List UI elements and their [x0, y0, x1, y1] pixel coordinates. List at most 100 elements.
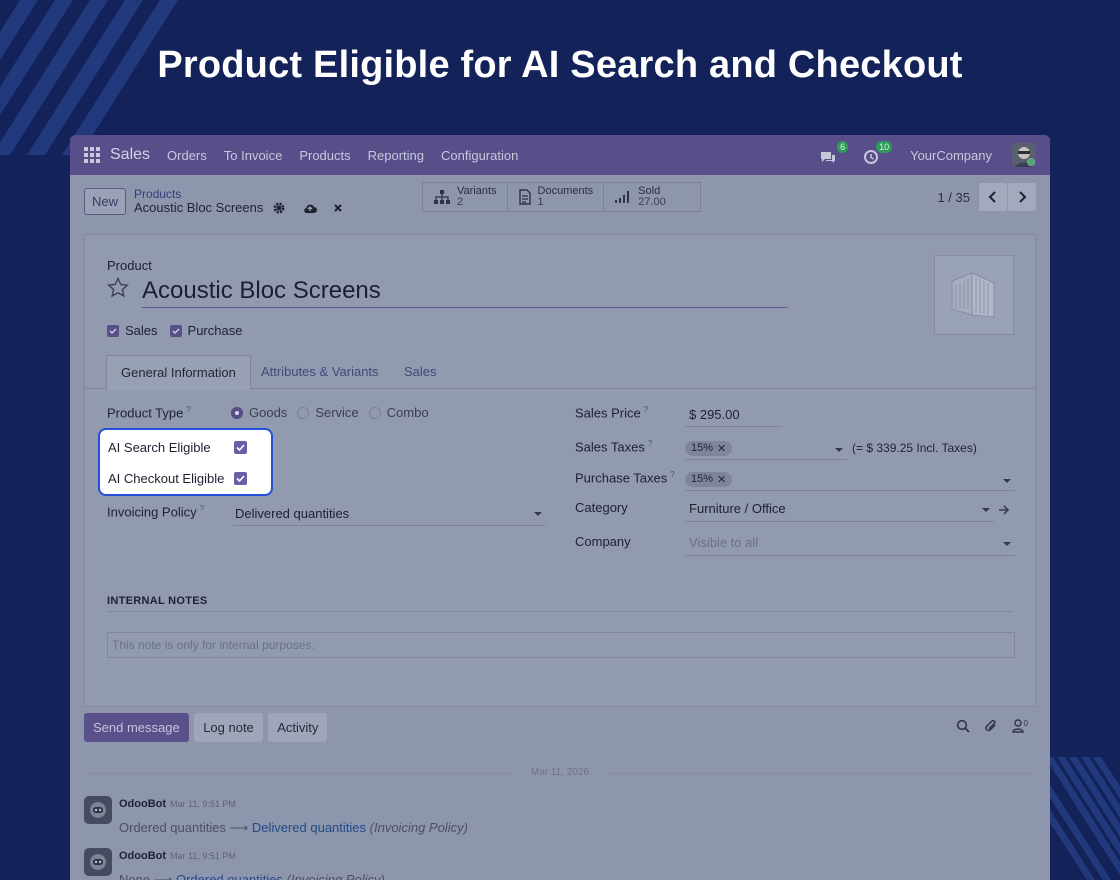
company-switcher[interactable]: YourCompany: [910, 148, 992, 163]
tab-sales[interactable]: Sales: [404, 355, 437, 389]
gear-icon[interactable]: [273, 202, 285, 214]
sales-taxes-incl: (= $ 339.25 Incl. Taxes): [852, 441, 977, 455]
radio-combo[interactable]: Combo: [368, 405, 429, 420]
product-image[interactable]: [934, 255, 1014, 335]
old-value: Ordered quantities: [119, 820, 226, 835]
tag-remove-icon[interactable]: ✕: [717, 442, 726, 455]
log-note-button[interactable]: Log note: [194, 713, 263, 742]
internal-link-arrow-icon[interactable]: [998, 504, 1010, 516]
messages-count: 6: [837, 141, 849, 153]
nav-item-products[interactable]: Products: [299, 148, 350, 163]
notebook-tabs: General Information Attributes & Variant…: [85, 355, 1035, 390]
activities-button[interactable]: 10: [864, 141, 893, 164]
category-label: Category: [575, 500, 628, 515]
pager-previous-button[interactable]: [979, 183, 1007, 211]
control-panel: New Products Acoustic Bloc Screens Varia…: [70, 175, 1050, 227]
purchase-checkbox-label: Purchase: [187, 323, 243, 338]
purchase-checkbox[interactable]: Purchase: [169, 323, 243, 338]
nav-item-configuration[interactable]: Configuration: [441, 148, 518, 163]
pager-value: 1 / 35: [937, 189, 970, 205]
ai-eligibility-highlight: AI Search Eligible AI Checkout Eligible: [98, 428, 273, 496]
message-body: None ⟶ Ordered quantities (Invoicing Pol…: [119, 872, 385, 880]
app-grid-icon[interactable]: [84, 147, 100, 163]
product-type-radio: Goods Service Combo: [231, 405, 429, 420]
tag-remove-icon[interactable]: ✕: [717, 473, 726, 486]
company-placeholder: Visible to all: [689, 535, 759, 550]
sales-taxes-label: Sales Taxes?: [575, 439, 653, 455]
purchase-taxes-input[interactable]: 15% ✕: [685, 470, 1015, 491]
ai-checkout-eligible-label: AI Checkout Eligible: [108, 471, 225, 486]
paperclip-icon[interactable]: [984, 719, 998, 733]
discard-icon[interactable]: [333, 203, 343, 213]
radio-service[interactable]: Service: [297, 405, 359, 420]
nav-item-orders[interactable]: Orders: [167, 148, 207, 163]
pager-next-button[interactable]: [1008, 183, 1036, 211]
tracked-field: (Invoicing Policy): [286, 872, 385, 880]
smart-buttons: Variants 2 Documents 1 Sold 27.00: [422, 182, 701, 212]
chat-icon: [821, 152, 836, 163]
followers-button[interactable]: 0: [1011, 719, 1028, 733]
company-select[interactable]: Visible to all: [685, 535, 1015, 556]
ai-search-eligible-checkbox[interactable]: [234, 441, 247, 454]
ai-checkout-eligible-checkbox[interactable]: [234, 472, 247, 485]
invoicing-policy-value: Delivered quantities: [235, 506, 350, 521]
divider: [107, 611, 1013, 612]
activities-count: 10: [876, 141, 893, 153]
search-icon[interactable]: [956, 719, 970, 733]
internal-notes-heading: INTERNAL NOTES: [107, 595, 208, 607]
messages-button[interactable]: 6: [820, 141, 849, 164]
tax-tag-label: 15%: [691, 442, 714, 454]
checkbox-checked: [107, 324, 119, 337]
radio-goods[interactable]: Goods: [231, 405, 287, 420]
message-body: Ordered quantities ⟶ Delivered quantitie…: [119, 820, 468, 836]
tab-attributes-variants[interactable]: Attributes & Variants: [261, 355, 379, 389]
sales-checkbox[interactable]: Sales: [107, 323, 158, 338]
chevron-down-icon: [982, 508, 990, 512]
date-separator: Mar 11, 2026: [84, 767, 1036, 778]
product-type-label: Product Type?: [107, 405, 191, 421]
internal-notes-input[interactable]: This note is only for internal purposes.: [107, 632, 1015, 658]
check-icon: [236, 475, 245, 483]
message-author: OdooBot: [119, 850, 167, 862]
message-header: OdooBot Mar 11, 9:51 PM: [119, 850, 236, 862]
nav-item-to-invoice[interactable]: To Invoice: [224, 148, 283, 163]
ai-search-eligible-label: AI Search Eligible: [108, 440, 211, 455]
radio-goods-label: Goods: [249, 405, 288, 420]
odoo-app-window: Sales Orders To Invoice Products Reporti…: [70, 135, 1050, 880]
chatter-toolbar: Send message Log note Activity 0: [84, 713, 1036, 742]
chevron-down-icon: [1003, 542, 1011, 546]
invoicing-policy-select[interactable]: Delivered quantities: [233, 506, 546, 526]
smart-button-sold[interactable]: Sold 27.00: [604, 183, 700, 211]
new-button[interactable]: New: [84, 187, 127, 215]
purchase-taxes-label: Purchase Taxes?: [575, 470, 675, 486]
tax-tag: 15% ✕: [685, 471, 733, 487]
chevron-down-icon: [835, 448, 843, 452]
sales-price-input[interactable]: $ 295.00: [685, 407, 782, 427]
smart-button-documents[interactable]: Documents 1: [508, 183, 605, 211]
user-icon: [1011, 719, 1024, 733]
activity-button[interactable]: Activity: [268, 713, 328, 742]
sitemap-icon: [434, 190, 450, 204]
company-label: Company: [575, 534, 631, 549]
pager: 1 / 35: [937, 183, 1036, 211]
send-message-button[interactable]: Send message: [84, 713, 189, 742]
sales-taxes-input[interactable]: 15% ✕: [685, 439, 847, 460]
star-icon[interactable]: [107, 277, 129, 299]
document-icon: [518, 189, 531, 205]
invoicing-policy-label: Invoicing Policy?: [107, 504, 205, 520]
category-select[interactable]: Furniture / Office: [685, 501, 994, 522]
nav-item-reporting[interactable]: Reporting: [368, 148, 424, 163]
tab-general-information[interactable]: General Information: [106, 355, 251, 390]
nav-brand[interactable]: Sales: [110, 146, 150, 164]
smart-button-variants[interactable]: Variants 2: [423, 183, 508, 211]
arrow-right-icon: ⟶: [153, 872, 173, 880]
smart-button-value: 2: [457, 196, 464, 208]
radio-service-label: Service: [315, 405, 359, 420]
product-name-input[interactable]: Acoustic Bloc Screens: [142, 277, 788, 308]
breadcrumb-current: Acoustic Bloc Screens: [134, 200, 264, 215]
breadcrumb-parent[interactable]: Products: [134, 187, 343, 201]
tax-tag-label: 15%: [691, 473, 714, 485]
radio-combo-label: Combo: [386, 405, 429, 420]
user-avatar[interactable]: [1012, 143, 1036, 167]
cloud-save-icon[interactable]: [303, 202, 318, 214]
